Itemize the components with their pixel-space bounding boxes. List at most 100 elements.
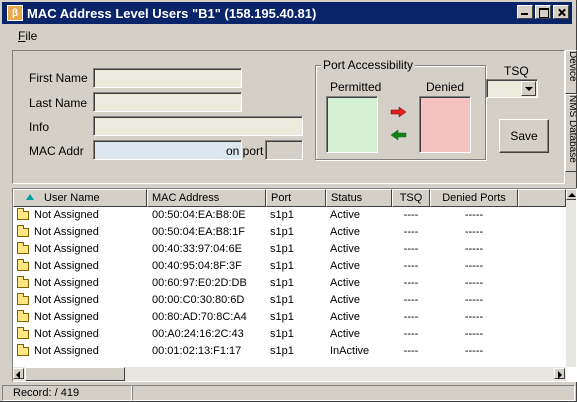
save-button[interactable]: Save — [499, 119, 549, 153]
table-row[interactable]: Not Assigned 00:60:97:E0:2D:DB s1p1 Active -… — [13, 275, 568, 292]
permitted-label: Permitted — [330, 80, 382, 94]
table-row[interactable]: Not Assigned 00:80:AD:70:8C:A4 s1p1 Active -… — [13, 309, 568, 326]
scroll-left-button[interactable] — [13, 368, 24, 379]
first-name-label: First Name — [29, 71, 88, 85]
column-header-user-name[interactable]: User Name — [13, 189, 147, 207]
mac-addr-field[interactable] — [93, 140, 242, 160]
cell-denied-ports: ----- — [464, 328, 484, 340]
column-header-filler — [518, 189, 566, 207]
cell-user-name: Not Assigned — [13, 326, 147, 343]
cell-mac-address: 00:00:C0:30:80:6D — [152, 294, 245, 306]
info-field[interactable] — [93, 116, 303, 136]
cell-tsq: ---- — [403, 294, 419, 306]
scroll-right-button[interactable] — [554, 368, 565, 379]
cell-user-name: Not Assigned — [13, 258, 147, 275]
column-header-mac-address[interactable]: MAC Address — [147, 189, 266, 207]
column-header-tsq[interactable]: TSQ — [392, 189, 430, 207]
cell-tsq: ---- — [403, 345, 419, 357]
cell-denied-ports: ----- — [464, 345, 484, 357]
folder-icon — [17, 344, 29, 356]
cell-tsq: ---- — [403, 226, 419, 238]
horizontal-scroll-thumb[interactable] — [25, 367, 125, 381]
cell-mac-address: 00:60:97:E0:2D:DB — [152, 277, 247, 289]
cell-denied-ports: ----- — [464, 294, 484, 306]
tsq-select[interactable] — [486, 79, 538, 98]
cell-port: s1p1 — [270, 277, 294, 289]
horizontal-scrollbar[interactable] — [13, 367, 566, 381]
cell-status: InActive — [330, 345, 370, 357]
record-value: / 419 — [54, 387, 80, 399]
cell-tsq: ---- — [403, 260, 419, 272]
tab-device-label: Device — [567, 51, 577, 82]
column-header-port[interactable]: Port — [266, 189, 326, 207]
last-name-field[interactable] — [93, 92, 242, 112]
cell-user-name-text: Not Assigned — [34, 277, 99, 289]
folder-icon — [17, 208, 29, 220]
permitted-ports-list[interactable] — [326, 96, 378, 153]
cell-status: Active — [330, 311, 360, 323]
app-icon[interactable]: β — [7, 5, 23, 21]
cell-port: s1p1 — [270, 328, 294, 340]
user-detail-panel: First Name Last Name Info MAC Addr on po… — [12, 50, 565, 184]
column-header-denied-ports[interactable]: Denied Ports — [430, 189, 518, 207]
cell-status: Active — [330, 328, 360, 340]
denied-ports-list[interactable] — [419, 96, 471, 153]
table-row[interactable]: Not Assigned 00:A0:24:16:2C:43 s1p1 Active -… — [13, 326, 568, 343]
cell-port: s1p1 — [270, 243, 294, 255]
app-window: β MAC Address Level Users "B1" (158.195.… — [0, 0, 577, 402]
on-port-field[interactable] — [265, 140, 303, 160]
table-row[interactable]: Not Assigned 00:50:04:EA:B8:0E s1p1 Active -… — [13, 207, 568, 224]
tab-nms-database-label: NMS Database — [567, 95, 577, 163]
move-right-arrow-icon[interactable] — [389, 106, 409, 118]
folder-icon — [17, 225, 29, 237]
folder-icon — [17, 293, 29, 305]
cell-mac-address: 00:40:33:97:04:6E — [152, 243, 242, 255]
first-name-field[interactable] — [93, 68, 242, 88]
status-message — [132, 385, 575, 401]
menu-file-rest: ile — [25, 29, 38, 43]
cell-port: s1p1 — [270, 209, 294, 221]
cell-user-name-text: Not Assigned — [34, 226, 99, 238]
cell-status: Active — [330, 226, 360, 238]
tab-device[interactable]: Device — [565, 50, 577, 94]
tsq-label: TSQ — [504, 64, 529, 78]
cell-denied-ports: ----- — [464, 209, 484, 221]
menu-file[interactable]: File — [18, 26, 37, 46]
move-left-arrow-icon[interactable] — [389, 129, 409, 141]
scroll-up-button[interactable] — [566, 189, 576, 200]
cell-denied-ports: ----- — [464, 243, 484, 255]
close-button[interactable] — [553, 5, 569, 19]
window-title: MAC Address Level Users "B1" (158.195.40… — [27, 5, 317, 21]
cell-denied-ports: ----- — [464, 260, 484, 272]
table-row[interactable]: Not Assigned 00:00:C0:30:80:6D s1p1 Active -… — [13, 292, 568, 309]
cell-mac-address: 00:A0:24:16:2C:43 — [152, 328, 244, 340]
table-row[interactable]: Not Assigned 00:50:04:EA:B8:1F s1p1 Active -… — [13, 224, 568, 241]
cell-mac-address: 00:01:02:13:F1:17 — [152, 345, 242, 357]
table-row[interactable]: Not Assigned 00:40:33:97:04:6E s1p1 Active -… — [13, 241, 568, 258]
cell-user-name: Not Assigned — [13, 207, 147, 224]
chevron-down-icon[interactable] — [521, 81, 536, 96]
status-bar: Record: / 419 — [2, 385, 575, 401]
port-accessibility-group: Port Accessibility Permitted Denied — [315, 58, 486, 160]
cell-mac-address: 00:50:04:EA:B8:1F — [152, 226, 245, 238]
column-header-status[interactable]: Status — [326, 189, 392, 207]
cell-user-name: Not Assigned — [13, 241, 147, 258]
cell-user-name-text: Not Assigned — [34, 209, 99, 221]
table-row[interactable]: Not Assigned 00:01:02:13:F1:17 s1p1 InActiv… — [13, 343, 568, 360]
minimize-button[interactable] — [517, 5, 533, 19]
record-status: Record: / 419 — [2, 385, 132, 401]
column-header-label: User Name — [44, 192, 100, 204]
folder-icon — [17, 259, 29, 271]
cell-user-name: Not Assigned — [13, 275, 147, 292]
record-label: Record: — [13, 387, 52, 399]
maximize-button[interactable] — [535, 5, 551, 19]
cell-status: Active — [330, 260, 360, 272]
info-label: Info — [29, 120, 50, 134]
cell-port: s1p1 — [270, 260, 294, 272]
table-row[interactable]: Not Assigned 00:40:95:04:8F:3F s1p1 Active -… — [13, 258, 568, 275]
tab-nms-database[interactable]: NMS Database — [565, 94, 577, 172]
folder-icon — [17, 242, 29, 254]
title-bar[interactable]: β MAC Address Level Users "B1" (158.195.… — [2, 2, 572, 24]
vertical-scrollbar[interactable] — [566, 189, 576, 367]
cell-user-name-text: Not Assigned — [34, 311, 99, 323]
